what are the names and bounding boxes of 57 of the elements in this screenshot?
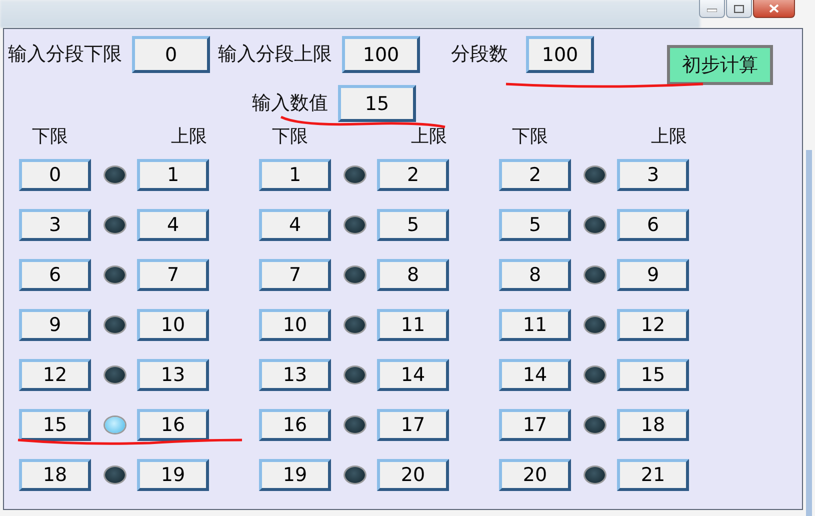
upper-bound-field[interactable]: 10 [137, 309, 209, 341]
field-label: 输入数值 [252, 91, 328, 116]
upper-bound-field[interactable]: 8 [377, 259, 449, 291]
lower-bound-field[interactable]: 1 [259, 159, 331, 191]
upper-bound-field[interactable]: 18 [617, 409, 689, 441]
lower-bound-field[interactable]: 14 [499, 359, 571, 391]
value-field[interactable]: 100 [526, 36, 594, 73]
upper-bound-field[interactable]: 17 [377, 409, 449, 441]
lower-bound-field[interactable]: 10 [259, 309, 331, 341]
value-field[interactable]: 100 [342, 36, 420, 73]
lower-bound-field[interactable]: 3 [19, 209, 91, 241]
lower-bound-field[interactable]: 11 [499, 309, 571, 341]
upper-bound-field[interactable]: 9 [617, 259, 689, 291]
upper-bound-field[interactable]: 11 [377, 309, 449, 341]
lower-bound-field[interactable]: 7 [259, 259, 331, 291]
upper-bound-field[interactable]: 15 [617, 359, 689, 391]
upper-bound-field[interactable]: 1 [137, 159, 209, 191]
value-field[interactable]: 15 [338, 85, 416, 122]
field-label: 分段数 [451, 42, 508, 67]
column-header: 下限 [32, 125, 68, 148]
upper-bound-field[interactable]: 12 [617, 309, 689, 341]
lower-bound-field[interactable]: 20 [499, 459, 571, 491]
lower-bound-field[interactable]: 18 [19, 459, 91, 491]
upper-bound-field[interactable]: 3 [617, 159, 689, 191]
lower-bound-field[interactable]: 12 [19, 359, 91, 391]
lower-bound-field[interactable]: 2 [499, 159, 571, 191]
upper-bound-field[interactable]: 21 [617, 459, 689, 491]
column-header: 上限 [171, 125, 207, 148]
lower-bound-field[interactable]: 6 [19, 259, 91, 291]
upper-bound-field[interactable]: 2 [377, 159, 449, 191]
lower-bound-field[interactable]: 17 [499, 409, 571, 441]
upper-bound-field[interactable]: 5 [377, 209, 449, 241]
column-header: 下限 [272, 125, 308, 148]
upper-bound-field[interactable]: 14 [377, 359, 449, 391]
upper-bound-field[interactable]: 6 [617, 209, 689, 241]
upper-bound-field[interactable]: 19 [137, 459, 209, 491]
field-label: 输入分段下限 [8, 42, 122, 67]
lower-bound-field[interactable]: 15 [19, 409, 91, 441]
value-field[interactable]: 0 [132, 36, 210, 73]
lower-bound-field[interactable]: 19 [259, 459, 331, 491]
lower-bound-field[interactable]: 4 [259, 209, 331, 241]
lower-bound-field[interactable]: 8 [499, 259, 571, 291]
field-label: 输入分段上限 [218, 42, 332, 67]
column-header: 下限 [512, 125, 548, 148]
lower-bound-field[interactable]: 5 [499, 209, 571, 241]
upper-bound-field[interactable]: 13 [137, 359, 209, 391]
compute-button[interactable]: 初步计算 [667, 45, 773, 85]
column-header: 上限 [411, 125, 447, 148]
lower-bound-field[interactable]: 9 [19, 309, 91, 341]
upper-bound-field[interactable]: 16 [137, 409, 209, 441]
lower-bound-field[interactable]: 16 [259, 409, 331, 441]
upper-bound-field[interactable]: 4 [137, 209, 209, 241]
lower-bound-field[interactable]: 0 [19, 159, 91, 191]
lower-bound-field[interactable]: 13 [259, 359, 331, 391]
upper-bound-field[interactable]: 20 [377, 459, 449, 491]
column-header: 上限 [651, 125, 687, 148]
upper-bound-field[interactable]: 7 [137, 259, 209, 291]
